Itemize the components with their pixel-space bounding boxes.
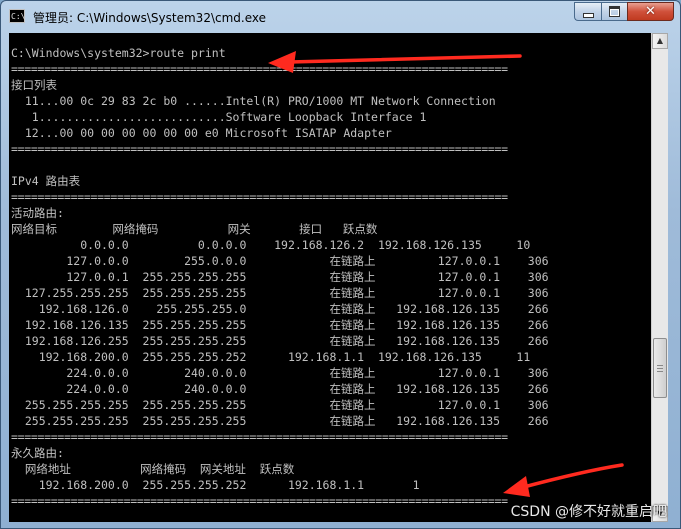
title-bar[interactable]: C:\ 管理员: C:\Windows\System32\cmd.exe ✕ [1,1,680,33]
csdn-watermark: CSDN @修不好就重启吧 [510,504,667,520]
vertical-scrollbar[interactable]: ▲ ▼ [651,33,668,522]
window-controls: ✕ [574,2,674,21]
console-lines: C:\Windows\system32>route print =========… [11,45,611,509]
console-line: C:\Windows\system32>route print [11,46,226,60]
scroll-up-arrow-icon[interactable]: ▲ [652,33,668,49]
scrollbar-thumb[interactable] [653,338,667,398]
console-line: 255.255.255.255 255.255.255.255 在链路上 192… [11,414,549,428]
close-button[interactable]: ✕ [627,2,674,21]
console-line: 12...00 00 00 00 00 00 00 e0 Microsoft I… [11,126,392,140]
console-line: ========================================… [11,62,508,76]
close-icon: ✕ [645,4,656,19]
console-line: 192.168.126.135 255.255.255.255 在链路上 192… [11,318,549,332]
grip-line [657,365,663,366]
console-line: 网络地址 网络掩码 网关地址 跃点数 [11,462,295,476]
minimize-icon [582,12,594,18]
console-output[interactable]: C:\Windows\system32>route print =========… [9,33,651,522]
maximize-icon [609,6,620,17]
console-line: 127.0.0.1 255.255.255.255 在链路上 127.0.0.1… [11,270,549,284]
console-line: 224.0.0.0 240.0.0.0 在链路上 192.168.126.135… [11,382,549,396]
cmd-app-icon[interactable]: C:\ [9,9,25,23]
console-line: 活动路由: [11,206,64,220]
console-line: 1...........................Software Loo… [11,110,427,124]
console-line: 11...00 0c 29 83 2c b0 ......Intel(R) PR… [11,94,496,108]
console-line: 192.168.200.0 255.255.255.252 192.168.1.… [11,478,420,492]
window-title: 管理员: C:\Windows\System32\cmd.exe [33,11,266,25]
minimize-button[interactable] [574,2,601,21]
console-line: 192.168.126.255 255.255.255.255 在链路上 192… [11,334,549,348]
cmd-window: C:\ 管理员: C:\Windows\System32\cmd.exe ✕ C… [0,0,681,529]
console-line: 接口列表 [11,78,57,92]
console-line: 224.0.0.0 240.0.0.0 在链路上 127.0.0.1 306 [11,366,549,380]
grip-line [657,368,663,369]
maximize-button[interactable] [601,2,627,21]
console-line: 网络目标 网络掩码 网关 接口 跃点数 [11,222,378,236]
console-line: 192.168.126.0 255.255.255.0 在链路上 192.168… [11,302,549,316]
console-line: 0.0.0.0 0.0.0.0 192.168.126.2 192.168.12… [11,238,531,252]
console-line: 192.168.200.0 255.255.255.252 192.168.1.… [11,350,531,364]
console-line: IPv4 路由表 [11,174,81,188]
console-line: ========================================… [11,190,508,204]
grip-line [657,371,663,372]
console-line: 127.0.0.0 255.0.0.0 在链路上 127.0.0.1 306 [11,254,549,268]
console-line: 永久路由: [11,446,64,460]
console-line: 127.255.255.255 255.255.255.255 在链路上 127… [11,286,549,300]
console-line: ========================================… [11,142,508,156]
console-line: ========================================… [11,430,508,444]
console-line: 255.255.255.255 255.255.255.255 在链路上 127… [11,398,549,412]
